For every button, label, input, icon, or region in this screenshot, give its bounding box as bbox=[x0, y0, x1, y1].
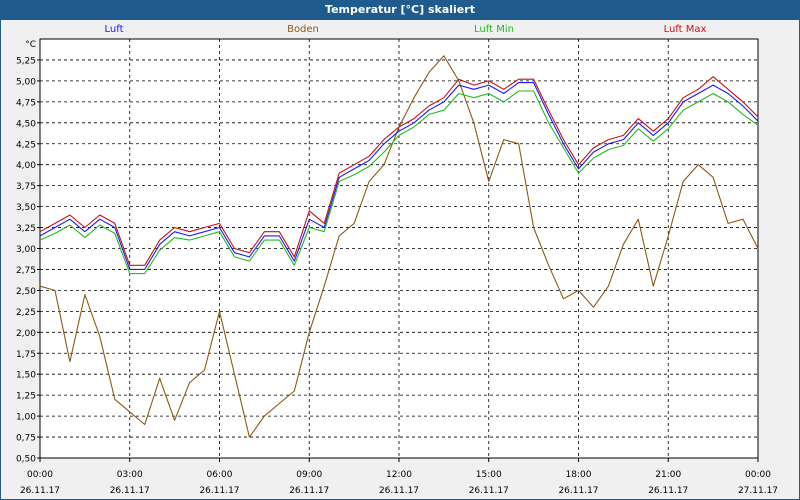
x-tick-date: 26.11.17 bbox=[379, 486, 419, 496]
y-tick-label: 2,50 bbox=[16, 287, 36, 297]
x-tick-time: 03:00 bbox=[117, 470, 143, 480]
x-tick-time: 09:00 bbox=[296, 470, 322, 480]
x-tick-date: 26.11.17 bbox=[648, 486, 688, 496]
x-tick-time: 18:00 bbox=[566, 470, 592, 480]
x-tick-time: 21:00 bbox=[655, 470, 681, 480]
y-tick-label: 4,00 bbox=[16, 161, 36, 171]
y-tick-label: 5,00 bbox=[16, 77, 36, 87]
x-tick-date: 26.11.17 bbox=[199, 486, 239, 496]
x-tick-date: 26.11.17 bbox=[110, 486, 150, 496]
x-tick-time: 12:00 bbox=[386, 470, 412, 480]
x-tick-time: 00:00 bbox=[745, 470, 771, 480]
x-tick-time: 00:00 bbox=[27, 470, 53, 480]
y-tick-label: 4,75 bbox=[16, 98, 36, 108]
x-tick-date: 26.11.17 bbox=[20, 486, 60, 496]
x-tick-date: 27.11.17 bbox=[738, 486, 778, 496]
x-tick-date: 26.11.17 bbox=[469, 486, 509, 496]
y-tick-label: 4,25 bbox=[16, 140, 36, 150]
y-tick-label: 0,50 bbox=[16, 455, 36, 465]
y-tick-label: 1,25 bbox=[16, 392, 36, 402]
y-tick-label: 1,00 bbox=[16, 413, 36, 423]
x-tick-date: 26.11.17 bbox=[289, 486, 329, 496]
y-tick-label: 4,50 bbox=[16, 119, 36, 129]
y-tick-label: 3,00 bbox=[16, 245, 36, 255]
y-tick-label: 5,25 bbox=[16, 56, 36, 66]
x-tick-date: 26.11.17 bbox=[558, 486, 598, 496]
x-tick-time: 06:00 bbox=[207, 470, 233, 480]
x-tick-time: 15:00 bbox=[476, 470, 502, 480]
temperature-chart: 0,50 0,75 1,00 1,25 1,50 1,75 2,00 2,25 2,50 2,75… bbox=[16, 38, 778, 496]
y-tick-label: 1,75 bbox=[16, 350, 36, 360]
y-tick-label: 3,75 bbox=[16, 182, 36, 192]
y-tick-label: 1,50 bbox=[16, 371, 36, 381]
y-tick-label: 3,25 bbox=[16, 224, 36, 234]
y-axis-unit: °C bbox=[25, 40, 36, 50]
y-tick-label: 2,00 bbox=[16, 329, 36, 339]
y-tick-label: 2,25 bbox=[16, 308, 36, 318]
y-tick-label: 2,75 bbox=[16, 266, 36, 276]
y-tick-label: 0,75 bbox=[16, 434, 36, 444]
y-tick-label: 3,50 bbox=[16, 203, 36, 213]
